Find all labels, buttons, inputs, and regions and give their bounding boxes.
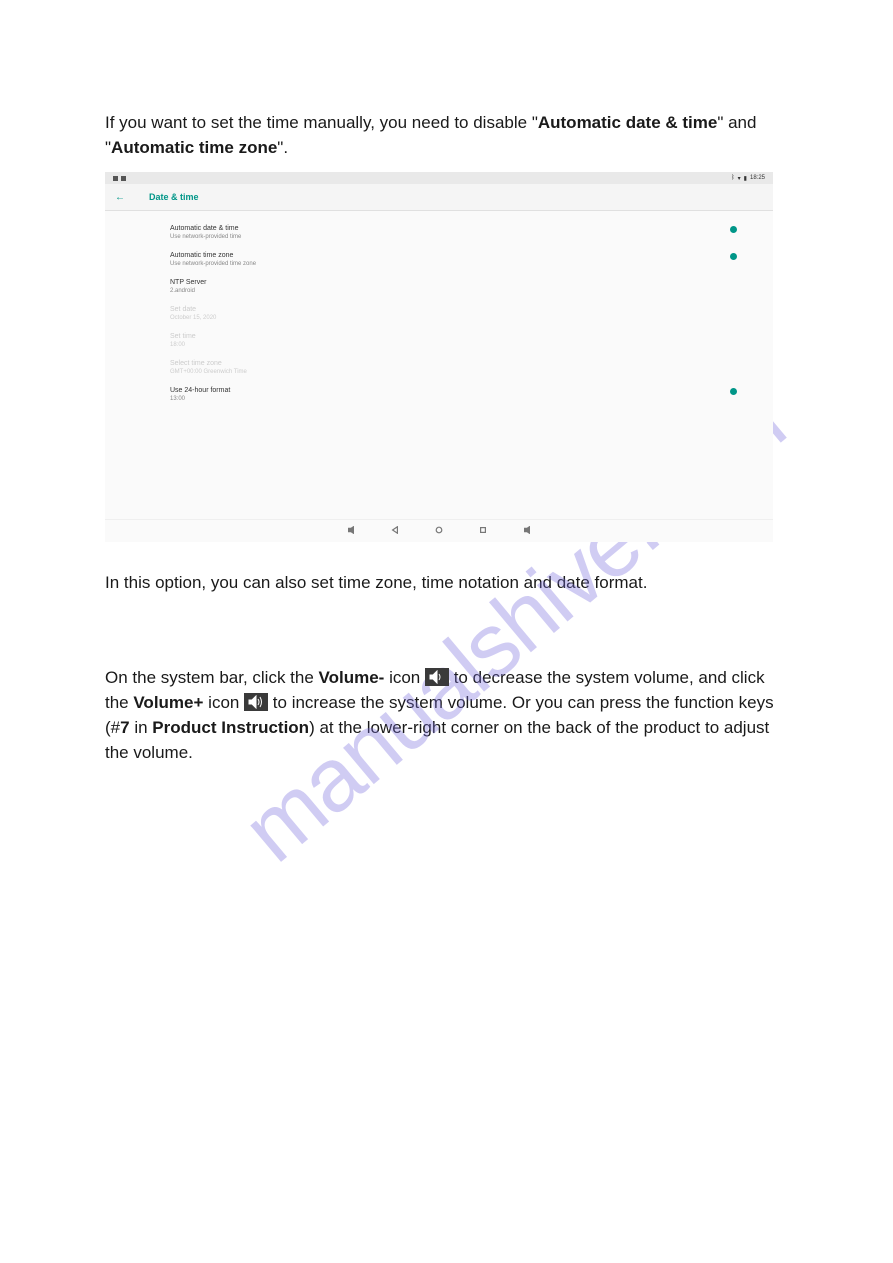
vol-product-instruction: Product Instruction (152, 718, 309, 737)
settings-row-text: Set time18:00 (170, 332, 196, 349)
settings-row-text: Use 24-hour format13:00 (170, 386, 230, 403)
wifi-icon: ▾ (738, 175, 741, 182)
status-icon (121, 176, 126, 181)
settings-screenshot: ᛒ ▾ ▮ 18:25 ← Date & time Automatic date… (105, 172, 773, 542)
status-bar: ᛒ ▾ ▮ 18:25 (105, 172, 773, 184)
vol-seg: icon (203, 693, 244, 712)
intro-seg3: ". (277, 138, 288, 157)
settings-row-text: Select time zoneGMT+00:00 Greenwich Time (170, 359, 247, 376)
settings-list: Automatic date & timeUse network-provide… (105, 211, 773, 519)
settings-row-sub: Use network-provided time zone (170, 260, 256, 268)
status-bar-left (113, 176, 126, 181)
back-icon[interactable]: ← (115, 192, 125, 203)
status-bar-right: ᛒ ▾ ▮ 18:25 (731, 175, 765, 182)
settings-row-title: Select time zone (170, 359, 247, 368)
settings-row-sub: 18:00 (170, 341, 196, 349)
vol-key-num: 7 (120, 718, 129, 737)
nav-recent-icon[interactable] (479, 526, 487, 536)
settings-row-sub: 2.android (170, 287, 206, 295)
screen-title: Date & time (149, 192, 199, 202)
status-icon (113, 176, 118, 181)
settings-row-title: Set time (170, 332, 196, 341)
settings-row-text: NTP Server2.android (170, 278, 206, 295)
settings-row-title: Automatic date & time (170, 224, 241, 233)
vol-seg: icon (384, 668, 425, 687)
intro-seg1: If you want to set the time manually, yo… (105, 113, 538, 132)
settings-row[interactable]: Automatic date & timeUse network-provide… (170, 219, 743, 246)
battery-icon: ▮ (744, 175, 747, 182)
settings-row-title: Use 24-hour format (170, 386, 230, 395)
settings-row[interactable]: Automatic time zoneUse network-provided … (170, 246, 743, 273)
settings-row-sub: Use network-provided time (170, 233, 241, 241)
followup-paragraph: In this option, you can also set time zo… (105, 570, 788, 595)
vol-plus-label: Volume+ (133, 693, 203, 712)
settings-row-title: Automatic time zone (170, 251, 256, 260)
settings-row-text: Automatic date & timeUse network-provide… (170, 224, 241, 241)
settings-row[interactable]: Set time18:00 (170, 327, 743, 354)
settings-row[interactable]: NTP Server2.android (170, 273, 743, 300)
volume-up-icon (244, 693, 268, 711)
nav-back-icon[interactable] (391, 526, 399, 536)
settings-row-title: Set date (170, 305, 216, 314)
toggle-switch[interactable] (730, 253, 737, 260)
screen-header: ← Date & time (105, 184, 773, 211)
volume-paragraph: On the system bar, click the Volume- ico… (105, 665, 788, 765)
settings-row-text: Set dateOctober 15, 2020 (170, 305, 216, 322)
settings-row-title: NTP Server (170, 278, 206, 287)
bluetooth-icon: ᛒ (731, 175, 735, 181)
vol-seg: in (130, 718, 153, 737)
intro-paragraph: If you want to set the time manually, yo… (105, 110, 788, 160)
vol-seg: On the system bar, click the (105, 668, 319, 687)
intro-bold2: Automatic time zone (111, 138, 277, 157)
settings-row-sub: October 15, 2020 (170, 314, 216, 322)
nav-voldown-icon[interactable] (347, 526, 355, 536)
settings-row-sub: 13:00 (170, 395, 230, 403)
settings-row-sub: GMT+00:00 Greenwich Time (170, 368, 247, 376)
toggle-switch[interactable] (730, 226, 737, 233)
system-nav-bar (105, 519, 773, 542)
toggle-switch[interactable] (730, 388, 737, 395)
settings-row-text: Automatic time zoneUse network-provided … (170, 251, 256, 268)
volume-down-icon (425, 668, 449, 686)
status-time: 18:25 (750, 175, 765, 181)
nav-volup-icon[interactable] (523, 526, 531, 536)
document-page: manualshive.com If you want to set the t… (0, 0, 893, 1263)
settings-row[interactable]: Use 24-hour format13:00 (170, 381, 743, 408)
settings-row[interactable]: Set dateOctober 15, 2020 (170, 300, 743, 327)
intro-bold1: Automatic date & time (538, 113, 717, 132)
nav-home-icon[interactable] (435, 526, 443, 536)
vol-minus-label: Volume- (319, 668, 385, 687)
settings-row[interactable]: Select time zoneGMT+00:00 Greenwich Time (170, 354, 743, 381)
